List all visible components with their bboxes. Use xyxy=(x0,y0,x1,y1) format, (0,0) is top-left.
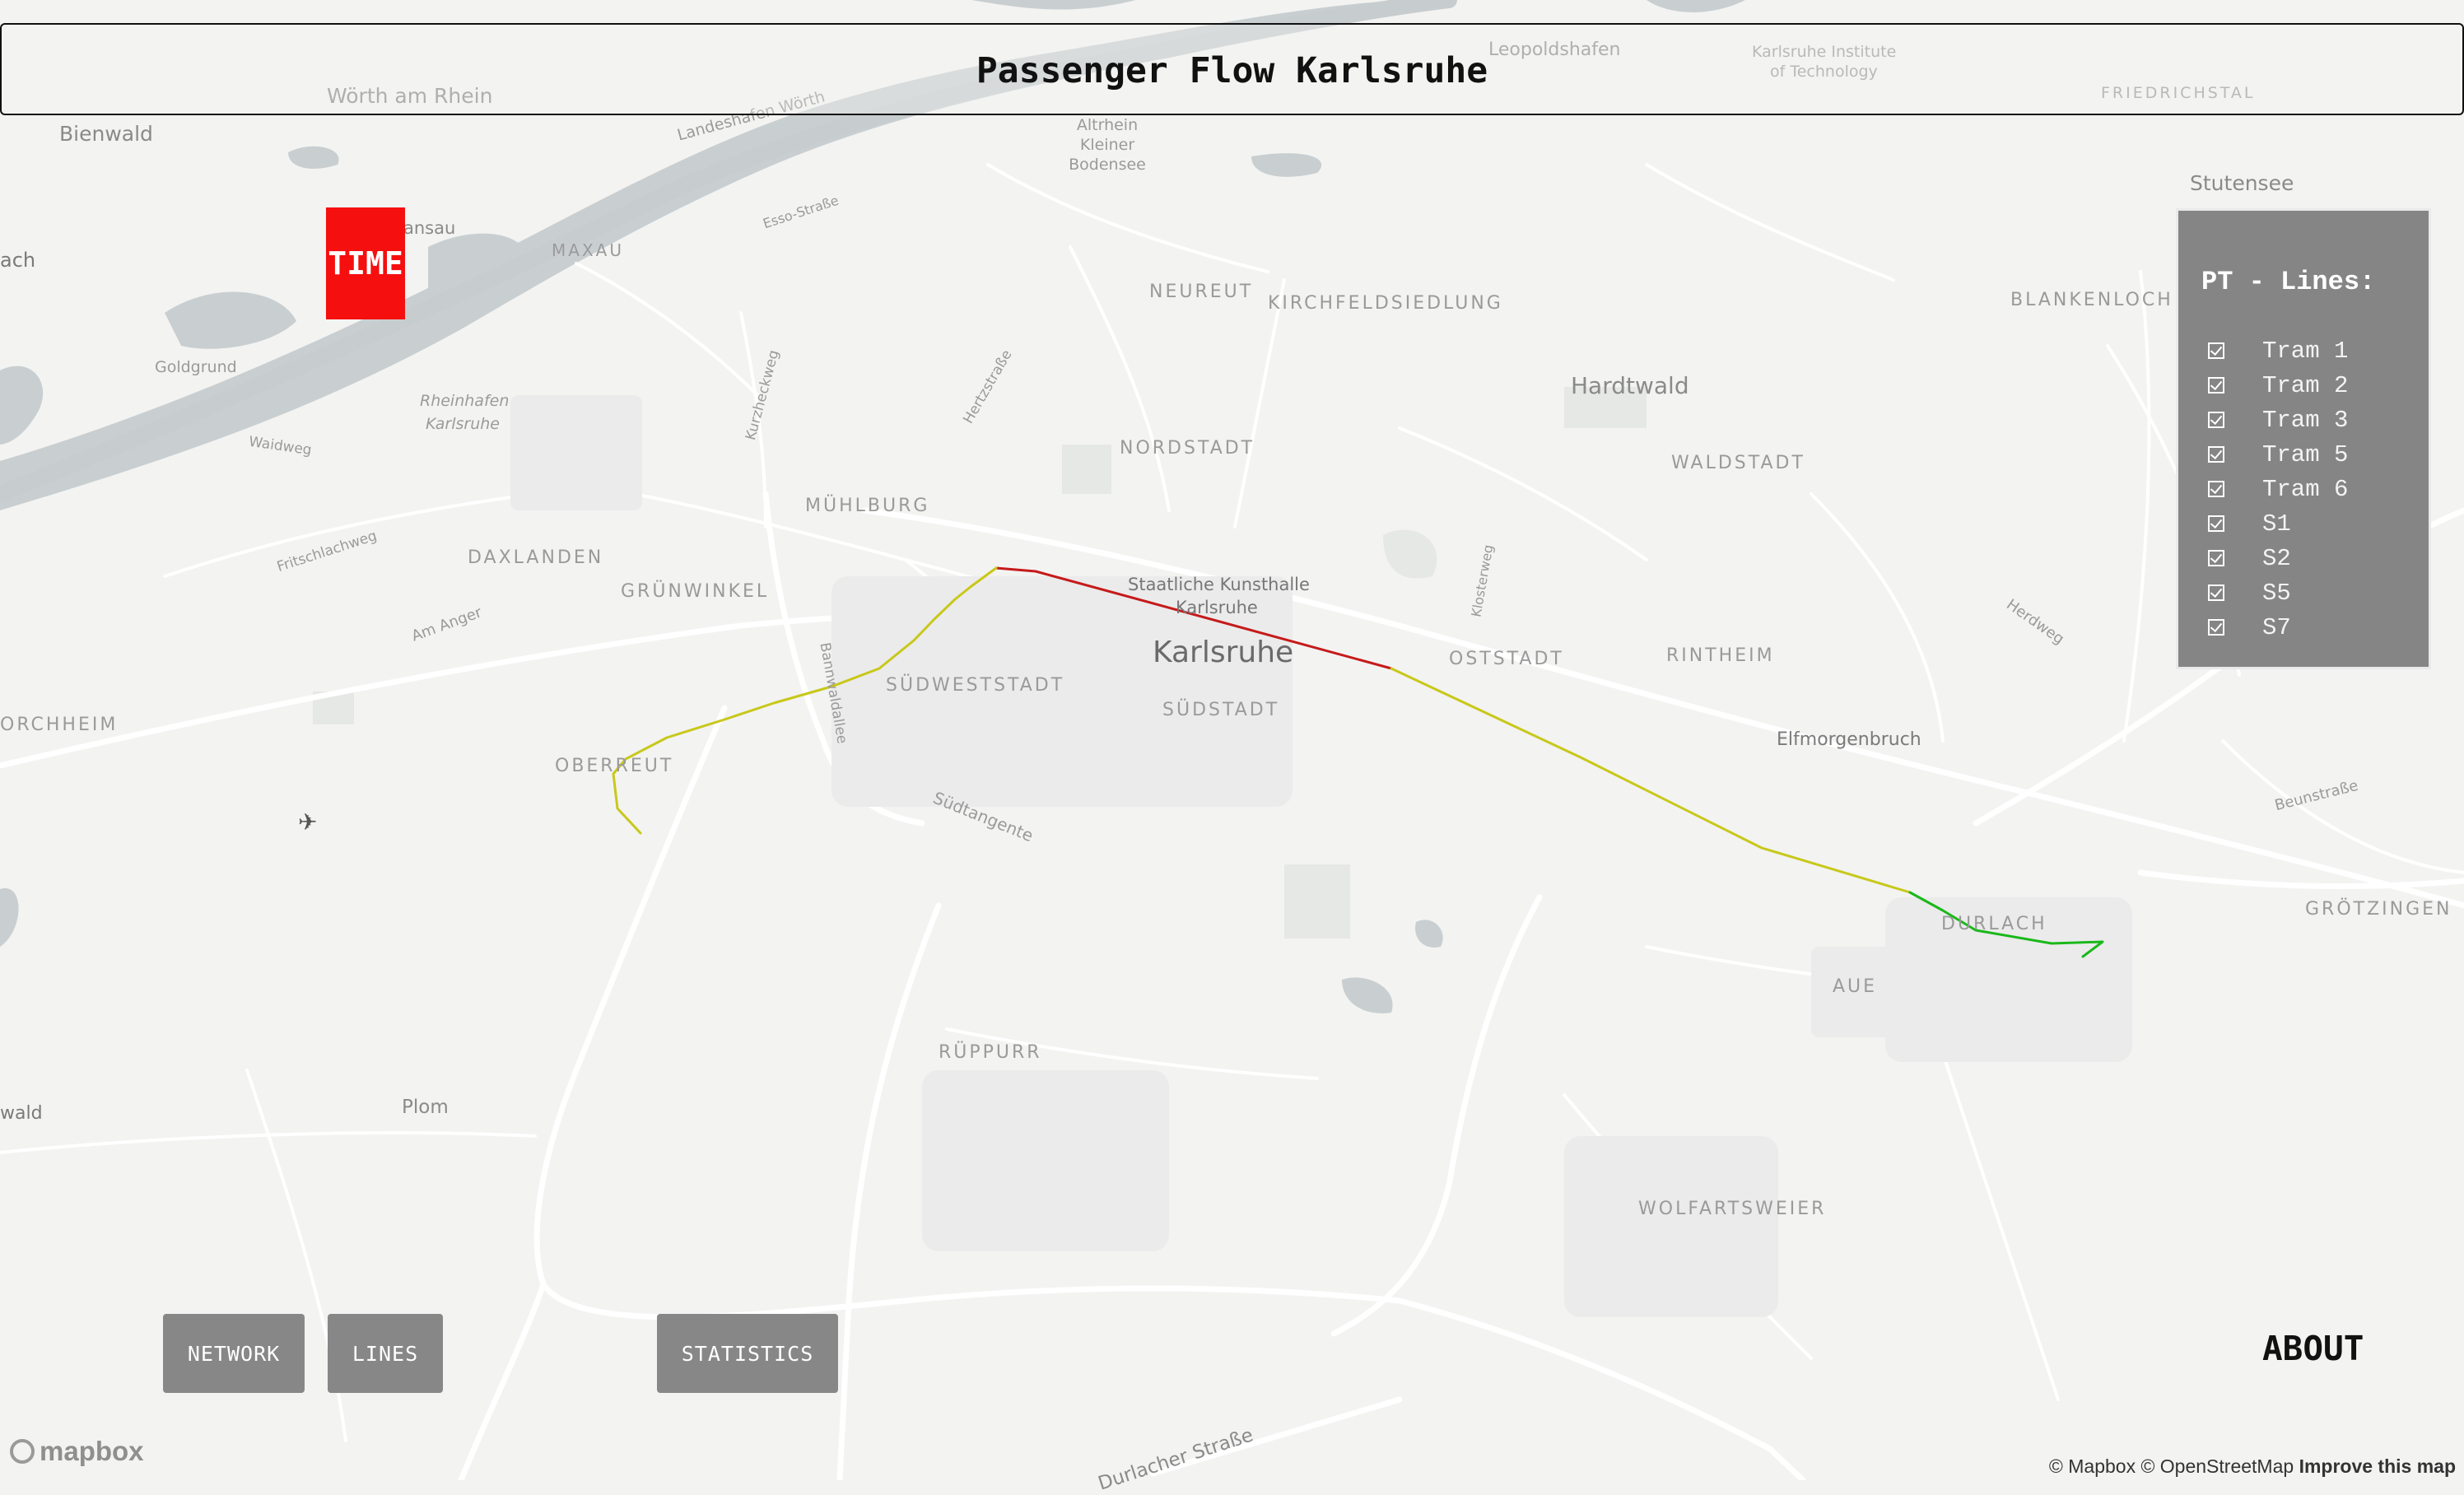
map-attribution: © Mapbox © OpenStreetMap Improve this ma… xyxy=(2049,1455,2456,1478)
map-label: NORDSTADT xyxy=(1120,438,1255,459)
map-label: OBERREUT xyxy=(555,756,674,776)
map-label: KIRCHFELDSIEDLUNG xyxy=(1268,293,1503,314)
legend-item-s5[interactable]: S5 xyxy=(2208,576,2291,609)
time-button[interactable]: TIME xyxy=(326,207,405,319)
legend-item-tram-5[interactable]: Tram 5 xyxy=(2208,438,2348,471)
legend-item-tram-2[interactable]: Tram 2 xyxy=(2208,369,2348,402)
checkbox-checked[interactable] xyxy=(2208,446,2224,463)
checkbox-checked[interactable] xyxy=(2208,550,2224,566)
legend-item-label: S1 xyxy=(2262,510,2291,538)
airport-icon: ✈ xyxy=(298,808,317,836)
map-label: GRÖTZINGEN xyxy=(2305,899,2452,920)
map-label: MAXAU xyxy=(552,240,624,260)
checkbox-checked[interactable] xyxy=(2208,342,2224,359)
buildings xyxy=(510,395,2132,1317)
checkbox-checked[interactable] xyxy=(2208,412,2224,428)
map-label: BLANKENLOCH xyxy=(2010,290,2173,310)
legend-item-label: Tram 1 xyxy=(2262,337,2349,365)
checkbox-checked[interactable] xyxy=(2208,584,2224,601)
map-label: OSTSTADT xyxy=(1449,649,1564,669)
map-label: WOLFARTSWEIER xyxy=(1638,1199,1827,1219)
legend-item-label: Tram 2 xyxy=(2262,371,2349,399)
map-label: Elfmorgenbruch xyxy=(1777,729,1921,750)
map-label: Plom xyxy=(402,1097,449,1118)
map-label: RINTHEIM xyxy=(1666,645,1775,666)
checkbox-checked[interactable] xyxy=(2208,481,2224,497)
improve-map-link[interactable]: Improve this map xyxy=(2299,1455,2456,1477)
checkbox-checked[interactable] xyxy=(2208,377,2224,394)
map-label: SÜDWESTSTADT xyxy=(886,675,1065,696)
map-label: ansau xyxy=(403,218,456,238)
checkbox-checked[interactable] xyxy=(2208,619,2224,636)
attribution-text[interactable]: © Mapbox © OpenStreetMap xyxy=(2049,1455,2299,1477)
page-title: Passenger Flow Karlsruhe xyxy=(976,50,1488,91)
legend-item-label: Tram 6 xyxy=(2262,475,2349,503)
map-label: Goldgrund xyxy=(155,358,237,376)
legend-item-tram-1[interactable]: Tram 1 xyxy=(2208,334,2348,367)
mapbox-logo-icon xyxy=(10,1439,35,1464)
map-label: Karlsruhe xyxy=(426,415,500,433)
map-label: Hardtwald xyxy=(1571,372,1689,399)
lines-button[interactable]: LINES xyxy=(328,1314,443,1393)
checkbox-checked[interactable] xyxy=(2208,515,2224,532)
legend-item-s2[interactable]: S2 xyxy=(2208,542,2291,575)
legend-item-s1[interactable]: S1 xyxy=(2208,507,2291,540)
map-label: MÜHLBURG xyxy=(805,496,930,516)
map-label: WALDSTADT xyxy=(1671,453,1805,473)
legend-item-label: Tram 5 xyxy=(2262,440,2349,468)
map-label: SÜDSTADT xyxy=(1162,700,1280,720)
legend-item-tram-6[interactable]: Tram 6 xyxy=(2208,473,2348,505)
map-label: Rheinhafen xyxy=(420,392,510,410)
mapbox-logo-text: mapbox xyxy=(40,1436,144,1466)
map-label: Staatliche Kunsthalle xyxy=(1128,575,1310,594)
legend-title: PT - Lines: xyxy=(2201,267,2376,297)
map-label: Altrhein Kleiner Bodensee xyxy=(1069,116,1146,174)
map-label: Bienwald xyxy=(59,122,153,146)
map-label: RÜPPURR xyxy=(939,1042,1042,1063)
legend-item-tram-3[interactable]: Tram 3 xyxy=(2208,403,2348,436)
network-button[interactable]: NETWORK xyxy=(163,1314,305,1393)
map-label: NEUREUT xyxy=(1149,282,1254,302)
statistics-button[interactable]: STATISTICS xyxy=(657,1314,838,1393)
map-label: wald xyxy=(0,1103,43,1124)
map-label: Karlsruhe xyxy=(1176,598,1258,617)
map-label: Stutensee xyxy=(2190,171,2294,195)
map-label: ORCHHEIM xyxy=(0,715,119,735)
about-link[interactable]: ABOUT xyxy=(2262,1329,2364,1368)
map-label: DAXLANDEN xyxy=(468,547,604,568)
map-label: DURLACH xyxy=(1941,914,2047,934)
mapbox-logo[interactable]: mapbox xyxy=(10,1436,144,1467)
title-bar: Passenger Flow Karlsruhe xyxy=(0,23,2464,115)
legend-item-s7[interactable]: S7 xyxy=(2208,611,2291,644)
route-segment-yellow-east xyxy=(1390,667,1912,894)
map-label: ach xyxy=(0,249,36,272)
map-label: GRÜNWINKEL xyxy=(621,581,770,602)
map-label: Karlsruhe xyxy=(1153,636,1294,669)
map-label: AUE xyxy=(1833,976,1878,997)
legend-item-label: Tram 3 xyxy=(2262,406,2349,434)
legend-item-label: S7 xyxy=(2262,613,2291,641)
line-legend-panel: PT - Lines: Tram 1 Tram 2 Tram 3 Tram 5 … xyxy=(2176,208,2431,669)
legend-item-label: S5 xyxy=(2262,579,2291,607)
legend-item-label: S2 xyxy=(2262,544,2291,572)
